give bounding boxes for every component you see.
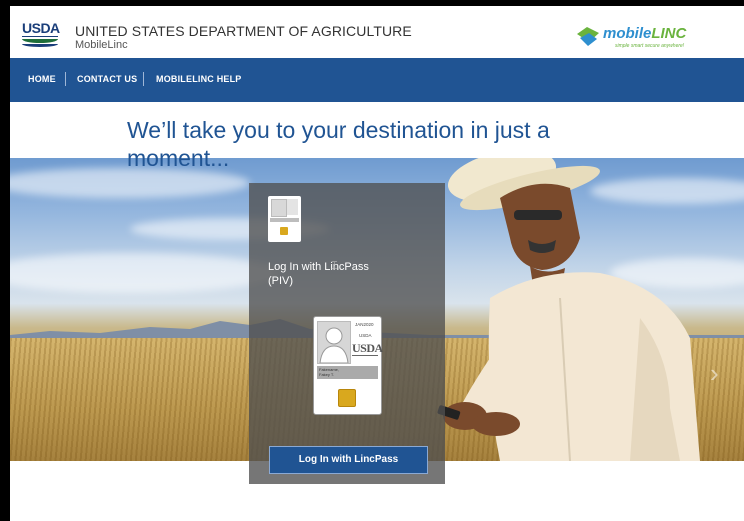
piv-card-icon (268, 196, 301, 242)
mobilelinc-tagline: simple smart secure anywhere! (615, 43, 685, 49)
main-nav: HOME CONTACT US MOBILELINC HELP (10, 58, 744, 102)
org-name: UNITED STATES DEPARTMENT OF AGRICULTURE (75, 23, 412, 39)
browser-viewport: USDA UNITED STATES DEPARTMENT OF AGRICUL… (10, 6, 744, 521)
login-lincpass-button[interactable]: Log In with LincPass (269, 446, 428, 474)
mobilelinc-logo[interactable]: mobileLINC simple smart secure anywhere! (575, 24, 687, 52)
chip-icon (338, 389, 356, 407)
card-agency: USDA (359, 333, 372, 338)
piv-card-image: JAN2020 USDA USDA Fakename, Fakey T. (313, 316, 383, 415)
nav-mobilelinc-help[interactable]: MOBILELINC HELP (156, 74, 242, 84)
site-header: USDA UNITED STATES DEPARTMENT OF AGRICUL… (10, 6, 744, 58)
card-usda-logo: USDA (352, 341, 383, 355)
nav-separator (143, 72, 144, 86)
nav-home[interactable]: HOME (28, 74, 56, 84)
text-cursor-icon: ⌶ (331, 260, 338, 272)
org-subtitle: MobileLinc (75, 39, 128, 51)
login-option-label[interactable]: Log In with LincPass (PIV) (268, 260, 388, 288)
page-heading: We’ll take you to your destination in ju… (127, 117, 550, 171)
card-date: JAN2020 (355, 322, 374, 327)
farmer-photo (437, 158, 700, 461)
login-card: Log In with LincPass (PIV) ⌶ JAN2020 USD… (249, 183, 445, 484)
nav-separator (65, 72, 66, 86)
mobilelinc-logo-icon (577, 27, 599, 46)
chevron-right-icon[interactable]: › (710, 358, 719, 389)
person-silhouette-icon (317, 321, 351, 364)
usda-logo[interactable]: USDA (22, 20, 60, 50)
usda-logo-text: USDA (22, 20, 60, 36)
nav-contact-us[interactable]: CONTACT US (77, 74, 137, 84)
mobilelinc-wordmark: mobileLINC (603, 25, 687, 42)
chip-icon (280, 227, 288, 235)
card-name: Fakename, Fakey T. (319, 367, 340, 377)
